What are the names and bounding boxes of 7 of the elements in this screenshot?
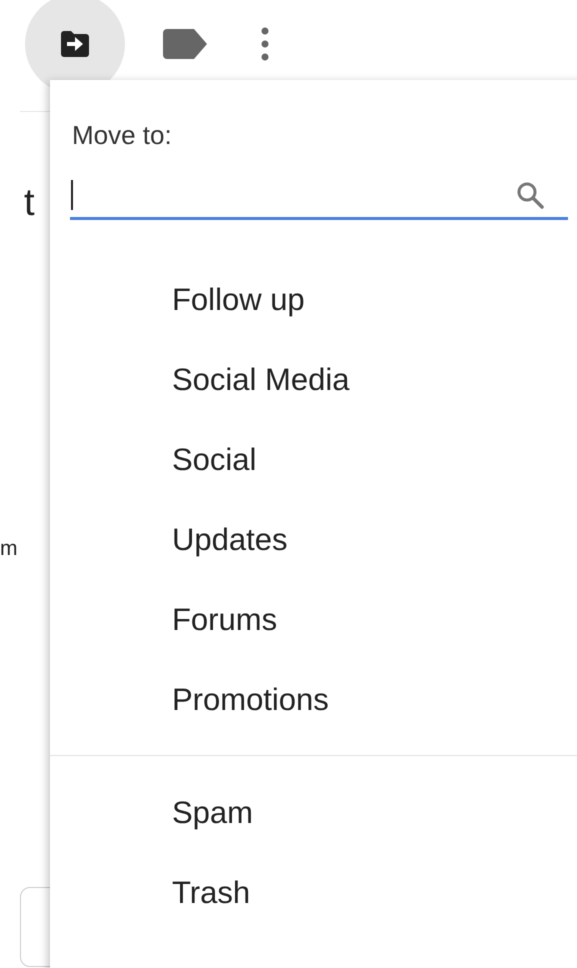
page-heading: t bbox=[24, 182, 35, 225]
body-text: m bbox=[0, 537, 18, 561]
label-icon bbox=[163, 29, 207, 59]
move-to-folder-icon bbox=[61, 31, 89, 57]
search-icon bbox=[516, 181, 544, 209]
more-icon bbox=[261, 27, 269, 61]
menu-title: Move to: bbox=[72, 120, 172, 151]
